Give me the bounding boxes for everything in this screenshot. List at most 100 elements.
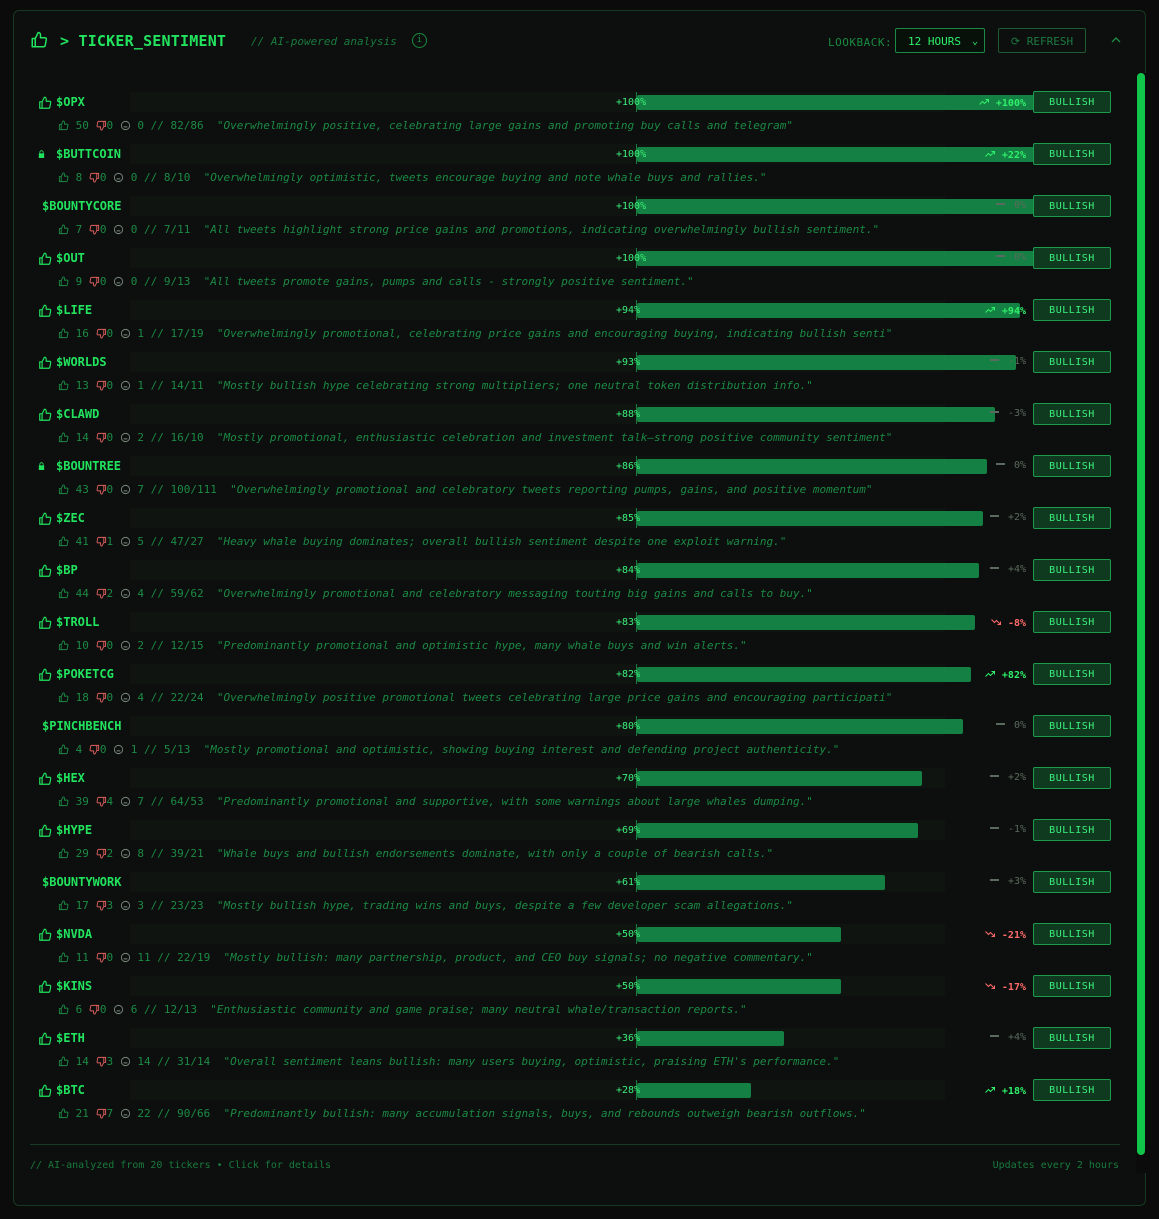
ticker-row[interactable]: $WORLDS +93%+93% -1% BULLISH 13 0 1 // 14/…: [30, 349, 1120, 401]
neutral-face-icon: [120, 587, 131, 600]
sentiment-badge[interactable]: BULLISH: [1033, 299, 1111, 321]
sentiment-badge[interactable]: BULLISH: [1033, 871, 1111, 893]
thumbs-down-icon: [96, 795, 107, 808]
sentiment-bar-track: +70%+70%: [130, 768, 945, 788]
ticker-row[interactable]: $BOUNTYCORE+100%+100% 0%BULLISH 7 0 0 //…: [30, 193, 1120, 245]
collapse-chevron-up-icon[interactable]: [1108, 32, 1124, 48]
ticker-row[interactable]: $HYPE +69%+69% -1% BULLISH 29 2 8 // 39/21…: [30, 817, 1120, 869]
neutral-count: 5: [137, 535, 144, 548]
sentiment-percent-label: +100%: [616, 149, 647, 160]
ticker-row-top: $BOUNTYWORK +61%+61% +3% BULLISH: [30, 869, 1120, 895]
ticker-symbol[interactable]: $BUTTCOIN: [56, 147, 121, 161]
sentiment-badge[interactable]: BULLISH: [1033, 143, 1111, 165]
ticker-row[interactable]: $ETH +36%+36% +4% BULLISH 14 3 14 // 31/14…: [30, 1025, 1120, 1077]
ticker-symbol[interactable]: $PINCHBENCH: [42, 719, 121, 733]
ticker-row[interactable]: $HEX +70%+70% +2% BULLISH 39 4 7 // 64/53 …: [30, 765, 1120, 817]
ai-summary: "Overwhelmingly promotional and celebrat…: [230, 483, 873, 496]
info-icon[interactable]: i: [412, 33, 427, 48]
ticker-details: 8 0 0 // 8/10 "Overwhelmingly optimistic…: [58, 171, 767, 184]
sentiment-badge[interactable]: BULLISH: [1033, 1027, 1111, 1049]
sentiment-badge[interactable]: BULLISH: [1033, 1079, 1111, 1101]
ticker-symbol[interactable]: $BP: [56, 563, 78, 577]
sentiment-percent-label: +100%: [616, 97, 647, 108]
ticker-symbol[interactable]: $BTC: [56, 1083, 85, 1097]
sentiment-badge[interactable]: BULLISH: [1033, 507, 1111, 529]
ticker-symbol[interactable]: $BOUNTREE: [56, 459, 121, 473]
sentiment-change: +18%: [984, 1084, 1026, 1097]
ticker-row[interactable]: $BOUNTYWORK +61%+61% +3% BULLISH 17 3 3 //…: [30, 869, 1120, 921]
sentiment-badge[interactable]: BULLISH: [1033, 195, 1111, 217]
ticker-symbol[interactable]: $CLAWD: [56, 407, 99, 421]
ticker-symbol[interactable]: $HEX: [56, 771, 85, 785]
ticker-symbol[interactable]: $OUT: [56, 251, 85, 265]
ticker-row[interactable]: $POKETCG +82%+82% +82% BULLISH 18 0 4 // 2…: [30, 661, 1120, 713]
tweet-ratio: // 9/13: [144, 275, 191, 288]
trend-flat-icon: [995, 460, 1008, 471]
lookback-select[interactable]: 12 HOURS ⌄: [895, 28, 985, 53]
bullish-count: 17: [75, 899, 89, 912]
ticker-row[interactable]: $NVDA +50%+50% -21% BULLISH 11 0 11 // 22/…: [30, 921, 1120, 973]
ticker-symbol[interactable]: $ZEC: [56, 511, 85, 525]
sentiment-badge[interactable]: BULLISH: [1033, 663, 1111, 685]
ticker-row[interactable]: $PINCHBENCH +80%+80% 0% BULLISH 4 0 1 // 5…: [30, 713, 1120, 765]
trend-flat-icon: [995, 720, 1008, 731]
sentiment-percent-label: +69%: [616, 825, 641, 836]
ticker-symbol[interactable]: $ETH: [56, 1031, 85, 1045]
sentiment-badge[interactable]: BULLISH: [1033, 819, 1111, 841]
ticker-symbol[interactable]: $POKETCG: [56, 667, 114, 681]
sentiment-badge[interactable]: BULLISH: [1033, 559, 1111, 581]
sentiment-badge[interactable]: BULLISH: [1033, 247, 1111, 269]
sentiment-change-value: +4%: [1007, 564, 1026, 575]
sentiment-bar-track: +36%+36%: [130, 1028, 945, 1048]
ticker-symbol[interactable]: $WORLDS: [56, 355, 107, 369]
ticker-symbol[interactable]: $HYPE: [56, 823, 92, 837]
ticker-symbol[interactable]: $TROLL: [56, 615, 99, 629]
ticker-row[interactable]: $OPX +100% +100% +100% BULLISH 50 0 0 // 82…: [30, 89, 1120, 141]
ticker-row[interactable]: $BP +84%+84% +4% BULLISH 44 2 4 // 59/62 "…: [30, 557, 1120, 609]
sentiment-bar-fill: [637, 615, 975, 630]
sentiment-badge[interactable]: BULLISH: [1033, 91, 1111, 113]
sentiment-percent-label: +50%: [616, 981, 641, 992]
trend-flat-icon: [989, 408, 1002, 419]
ticker-row[interactable]: $OUT+100%+100% 0%BULLISH 9 0 0 // 9/13 "…: [30, 245, 1120, 297]
ticker-symbol[interactable]: $NVDA: [56, 927, 92, 941]
ticker-row[interactable]: $BOUNTREE +86%+86% 0% BULLISH 43 0 7 // 10…: [30, 453, 1120, 505]
ai-summary: "Mostly bullish hype celebrating strong …: [216, 379, 813, 392]
ai-summary: "Predominantly promotional and optimisti…: [216, 639, 747, 652]
sentiment-bar-fill: [637, 511, 983, 526]
sentiment-bar-fill: [637, 823, 918, 838]
sentiment-badge[interactable]: BULLISH: [1033, 611, 1111, 633]
ticker-symbol[interactable]: $BOUNTYWORK: [42, 875, 121, 889]
ticker-symbol[interactable]: $LIFE: [56, 303, 92, 317]
ticker-row[interactable]: $ZEC +85%+85% +2% BULLISH 41 1 5 // 47/27 …: [30, 505, 1120, 557]
ticker-row[interactable]: $KINS +50%+50% -17% BULLISH 6 0 6 // 12/13…: [30, 973, 1120, 1025]
neutral-face-icon: [120, 431, 131, 444]
neutral-face-icon: [120, 327, 131, 340]
neutral-count: 4: [137, 691, 144, 704]
sentiment-badge[interactable]: BULLISH: [1033, 767, 1111, 789]
ticker-symbol[interactable]: $KINS: [56, 979, 92, 993]
ticker-symbol[interactable]: $OPX: [56, 95, 85, 109]
ticker-row[interactable]: $CLAWD +88%+88% -3% BULLISH 14 0 2 // 16/1…: [30, 401, 1120, 453]
ticker-row[interactable]: $TROLL +83%+83% -8% BULLISH 10 0 2 // 12/1…: [30, 609, 1120, 661]
sentiment-badge[interactable]: BULLISH: [1033, 715, 1111, 737]
sentiment-badge[interactable]: BULLISH: [1033, 923, 1111, 945]
scrollbar-thumb[interactable]: [1137, 73, 1145, 1155]
ticker-row[interactable]: $BUTTCOIN +100%+100% +22% BULLISH 8 0 0 //…: [30, 141, 1120, 193]
sentiment-badge[interactable]: BULLISH: [1033, 403, 1111, 425]
sentiment-bar-fill: [637, 979, 841, 994]
sentiment-badge[interactable]: BULLISH: [1033, 975, 1111, 997]
tweet-ratio: // 47/27: [150, 535, 204, 548]
neutral-face-icon: [113, 743, 124, 756]
tweet-ratio: // 8/10: [144, 171, 191, 184]
ticker-row[interactable]: $LIFE +94%+94% +94% BULLISH 16 0 1 // 17/1…: [30, 297, 1120, 349]
sentiment-badge[interactable]: BULLISH: [1033, 351, 1111, 373]
sentiment-badge[interactable]: BULLISH: [1033, 455, 1111, 477]
ticker-details: 9 0 0 // 9/13 "All tweets promote gains,…: [58, 275, 694, 288]
refresh-button[interactable]: ⟳ REFRESH: [998, 28, 1086, 53]
sentiment-bar-fill: [637, 1083, 751, 1098]
ticker-details: 16 0 1 // 17/19 "Overwhelmingly promotio…: [58, 327, 892, 340]
ticker-row[interactable]: $BTC +28%+28% +18% BULLISH 21 7 22 // 90/6…: [30, 1077, 1120, 1129]
trend-up-icon: [984, 670, 996, 681]
ticker-symbol[interactable]: $BOUNTYCORE: [42, 199, 121, 213]
